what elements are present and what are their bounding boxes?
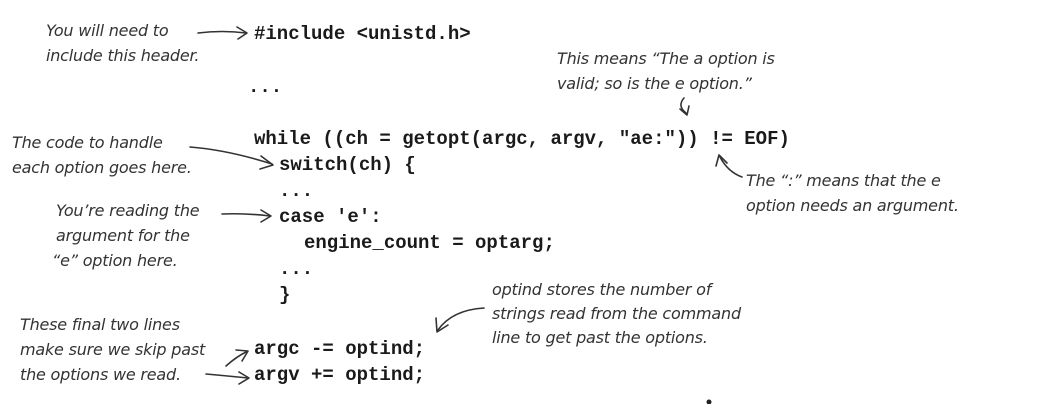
arrow-to-argc	[225, 351, 247, 367]
arrow-head	[259, 155, 274, 170]
code-ellipsis-mid: ...	[279, 180, 314, 202]
arrow-head	[236, 26, 248, 40]
arrow-head	[435, 317, 449, 333]
option-valid-note-line: valid; so is the e option.”	[557, 74, 752, 93]
code-argv-line: argv += optind;	[254, 364, 426, 386]
option-valid-note-line: This means “The a option is	[557, 49, 775, 68]
code-include: #include <unistd.h>	[254, 23, 471, 45]
arrow-head	[679, 105, 690, 116]
header-note-line: include this header.	[46, 46, 200, 65]
arrow-head	[235, 349, 249, 362]
colon-note-line: The “:” means that the e	[746, 171, 941, 190]
colon-note-line: option needs an argument.	[746, 196, 959, 215]
reading-note-line: “e” option here.	[52, 251, 178, 270]
optind-note: optind stores the number of strings read…	[492, 278, 741, 350]
arrow-to-case	[221, 212, 271, 217]
header-note-line: You will need to	[46, 21, 169, 40]
final-note-line: These final two lines	[20, 315, 180, 334]
code-while-line: while ((ch = getopt(argc, argv, "ae:")) …	[254, 128, 790, 150]
arrow-to-ae-string	[680, 97, 687, 114]
header-note: You will need to include this header.	[46, 18, 200, 68]
arrow-to-include	[197, 30, 247, 34]
code-close-brace: }	[279, 284, 291, 306]
colon-note: The “:” means that the e option needs an…	[746, 168, 959, 218]
reading-note-line: You’re reading the	[56, 201, 200, 220]
final-note-line: make sure we skip past	[20, 340, 206, 359]
final-note: These final two lines make sure we skip …	[20, 312, 205, 387]
code-ellipsis-low: ...	[279, 258, 314, 280]
handle-note-line: each option goes here.	[12, 158, 192, 177]
arrow-head	[715, 154, 728, 167]
code-switch-line: switch(ch) {	[279, 154, 416, 176]
option-valid-note: This means “The a option is valid; so is…	[557, 46, 775, 96]
code-ellipsis-top: ...	[248, 76, 283, 98]
optind-note-line: optind stores the number of	[492, 280, 712, 299]
arrow-head	[260, 209, 272, 223]
code-assign-line: engine_count = optarg;	[304, 232, 555, 254]
reading-note-line: argument for the	[56, 226, 190, 245]
handle-note: The code to handle each option goes here…	[12, 130, 192, 180]
reading-note: You’re reading the argument for the “e” …	[52, 198, 200, 273]
code-case-line: case 'e':	[279, 206, 382, 228]
optind-note-line: line to get past the options.	[492, 328, 708, 347]
arrow-to-argv	[205, 373, 249, 379]
handle-note-line: The code to handle	[12, 133, 163, 152]
stray-dot	[706, 399, 712, 404]
arrow-to-colon	[719, 156, 743, 178]
final-note-line: the options we read.	[20, 365, 181, 384]
arrow-to-optind	[437, 307, 485, 331]
optind-note-line: strings read from the command	[492, 304, 741, 323]
arrow-head	[238, 371, 250, 385]
code-argc-line: argc -= optind;	[254, 338, 426, 360]
